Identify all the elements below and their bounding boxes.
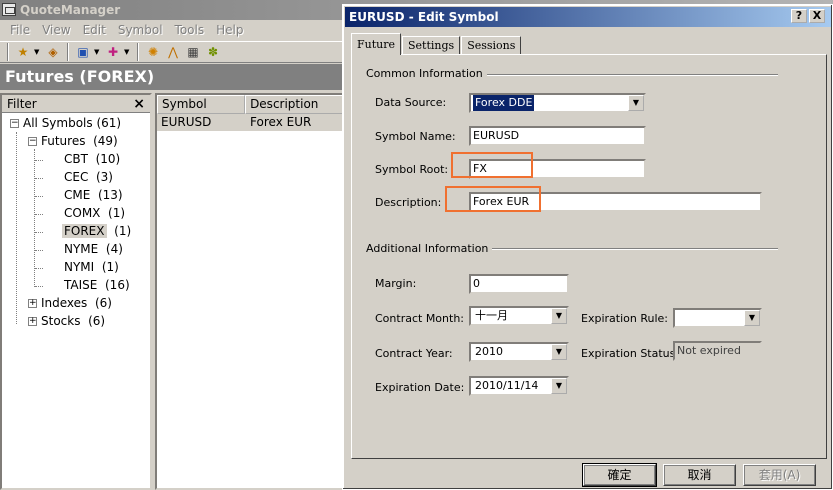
toolbar-separator: [137, 43, 139, 61]
tree-node-stocks[interactable]: + Stocks (6): [28, 313, 105, 330]
expand-icon[interactable]: +: [28, 317, 37, 326]
apply-button[interactable]: 套用(A): [743, 464, 816, 486]
tab-settings[interactable]: Settings: [402, 36, 461, 55]
calendar-icon[interactable]: ▦: [184, 43, 202, 61]
cell-symbol: EURUSD: [161, 115, 212, 129]
menu-edit[interactable]: Edit: [77, 23, 112, 37]
symbol-name-label: Symbol Name:: [375, 130, 456, 143]
symbol-list: Symbol Description EURUSD Forex EUR: [155, 93, 345, 490]
sun-icon[interactable]: ✺: [144, 43, 162, 61]
contract-month-label: Contract Month:: [375, 312, 464, 325]
symbol-root-label: Symbol Root:: [375, 163, 449, 176]
tree-node-cbt[interactable]: CBT (10): [64, 151, 120, 168]
group-divider: [472, 248, 778, 250]
expand-icon[interactable]: +: [28, 299, 37, 308]
chevron-down-icon[interactable]: ▼: [744, 310, 760, 326]
tab-future[interactable]: Future: [351, 33, 401, 55]
tree-node-indexes[interactable]: + Indexes (6): [28, 295, 112, 312]
tree-line: [16, 132, 17, 324]
list-header: Symbol Description: [157, 95, 343, 114]
add-icon[interactable]: ✚: [104, 43, 122, 61]
tab-panel-future: Common Information Data Source: Forex DD…: [351, 54, 827, 459]
tab-sessions[interactable]: Sessions: [461, 36, 522, 55]
import-icon[interactable]: ◈: [44, 43, 62, 61]
menu-symbol[interactable]: Symbol: [112, 23, 169, 37]
highlight-box: [445, 186, 541, 212]
close-icon[interactable]: ×: [133, 96, 145, 112]
app-title: QuoteManager: [20, 3, 121, 17]
close-button[interactable]: X: [809, 9, 825, 23]
chevron-down-icon[interactable]: ▼: [551, 344, 567, 360]
tree-node-nymi[interactable]: NYMI (1): [64, 259, 119, 276]
help-button[interactable]: ?: [791, 9, 807, 23]
data-source-label: Data Source:: [375, 96, 447, 109]
tree-node-taise[interactable]: TAISE (16): [64, 277, 130, 294]
group-additional-info: Additional Information: [366, 242, 493, 255]
chevron-down-icon[interactable]: ▼: [628, 95, 644, 111]
toolbar-separator: [67, 43, 69, 61]
column-header-description[interactable]: Description: [245, 95, 343, 114]
filter-title: Filter: [7, 96, 37, 111]
data-source-select[interactable]: Forex DDE ▼: [469, 93, 646, 113]
menu-file[interactable]: File: [4, 23, 36, 37]
symbol-name-field[interactable]: EURUSD: [469, 126, 646, 146]
tab-strip: Future Settings Sessions: [351, 33, 522, 55]
dialog-title-bar[interactable]: EURUSD - Edit Symbol ? X: [345, 7, 831, 27]
collapse-icon[interactable]: −: [28, 137, 37, 146]
cancel-button[interactable]: 取消: [663, 464, 736, 486]
column-header-symbol[interactable]: Symbol: [157, 95, 246, 114]
margin-field[interactable]: 0: [469, 274, 569, 294]
expiration-date-picker[interactable]: 2010/11/14 ▼: [469, 376, 569, 396]
expiration-rule-label: Expiration Rule:: [581, 312, 668, 325]
tree-node-forex[interactable]: FOREX (1): [62, 223, 131, 240]
chevron-down-icon[interactable]: ▼: [124, 48, 132, 56]
chevron-down-icon[interactable]: ▼: [551, 308, 567, 324]
table-row[interactable]: EURUSD Forex EUR: [157, 114, 343, 131]
tree-node-all-symbols[interactable]: − All Symbols (61): [10, 115, 121, 132]
group-common-info: Common Information: [366, 67, 487, 80]
chevron-down-icon[interactable]: ▼: [34, 48, 42, 56]
description-label: Description:: [375, 196, 442, 209]
expiration-date-label: Expiration Date:: [375, 381, 465, 394]
menu-tools[interactable]: Tools: [169, 23, 211, 37]
contract-month-select[interactable]: 十一月 ▼: [469, 306, 569, 326]
filter-pane: Filter × − All Symbols (61) − Futures (49)…: [0, 93, 152, 490]
margin-label: Margin:: [375, 277, 417, 290]
tree-node-futures[interactable]: − Futures (49): [28, 133, 118, 150]
new-symbol-icon[interactable]: ★: [14, 43, 32, 61]
filter-header: Filter ×: [2, 95, 150, 113]
group-divider: [464, 74, 778, 76]
contract-year-label: Contract Year:: [375, 347, 453, 360]
cell-description: Forex EUR: [250, 115, 312, 129]
expiration-status-field: Not expired: [673, 341, 762, 361]
tree-node-cme[interactable]: CME (13): [64, 187, 123, 204]
tree-line: [34, 149, 35, 287]
collapse-icon[interactable]: −: [10, 119, 19, 128]
tree-node-comx[interactable]: COMX (1): [64, 205, 125, 222]
expiration-rule-select[interactable]: ▼: [673, 308, 762, 328]
menu-view[interactable]: View: [36, 23, 76, 37]
menu-help[interactable]: Help: [210, 23, 249, 37]
split-icon[interactable]: ⋀: [164, 43, 182, 61]
tree-node-nyme[interactable]: NYME (4): [64, 241, 123, 258]
ok-button[interactable]: 確定: [582, 463, 657, 487]
contract-year-select[interactable]: 2010 ▼: [469, 342, 569, 362]
tree-node-cec[interactable]: CEC (3): [64, 169, 113, 186]
highlight-box: [451, 152, 533, 178]
export-icon[interactable]: ▣: [74, 43, 92, 61]
gear-icon[interactable]: ✽: [204, 43, 222, 61]
app-icon: [2, 3, 16, 16]
expiration-status-label: Expiration Status: [581, 347, 676, 360]
toolbar-separator: [7, 43, 9, 61]
edit-symbol-dialog: EURUSD - Edit Symbol ? X Future Settings…: [342, 4, 833, 490]
dialog-title: EURUSD - Edit Symbol: [349, 10, 499, 24]
chevron-down-icon[interactable]: ▼: [551, 378, 567, 394]
chevron-down-icon[interactable]: ▼: [94, 48, 102, 56]
